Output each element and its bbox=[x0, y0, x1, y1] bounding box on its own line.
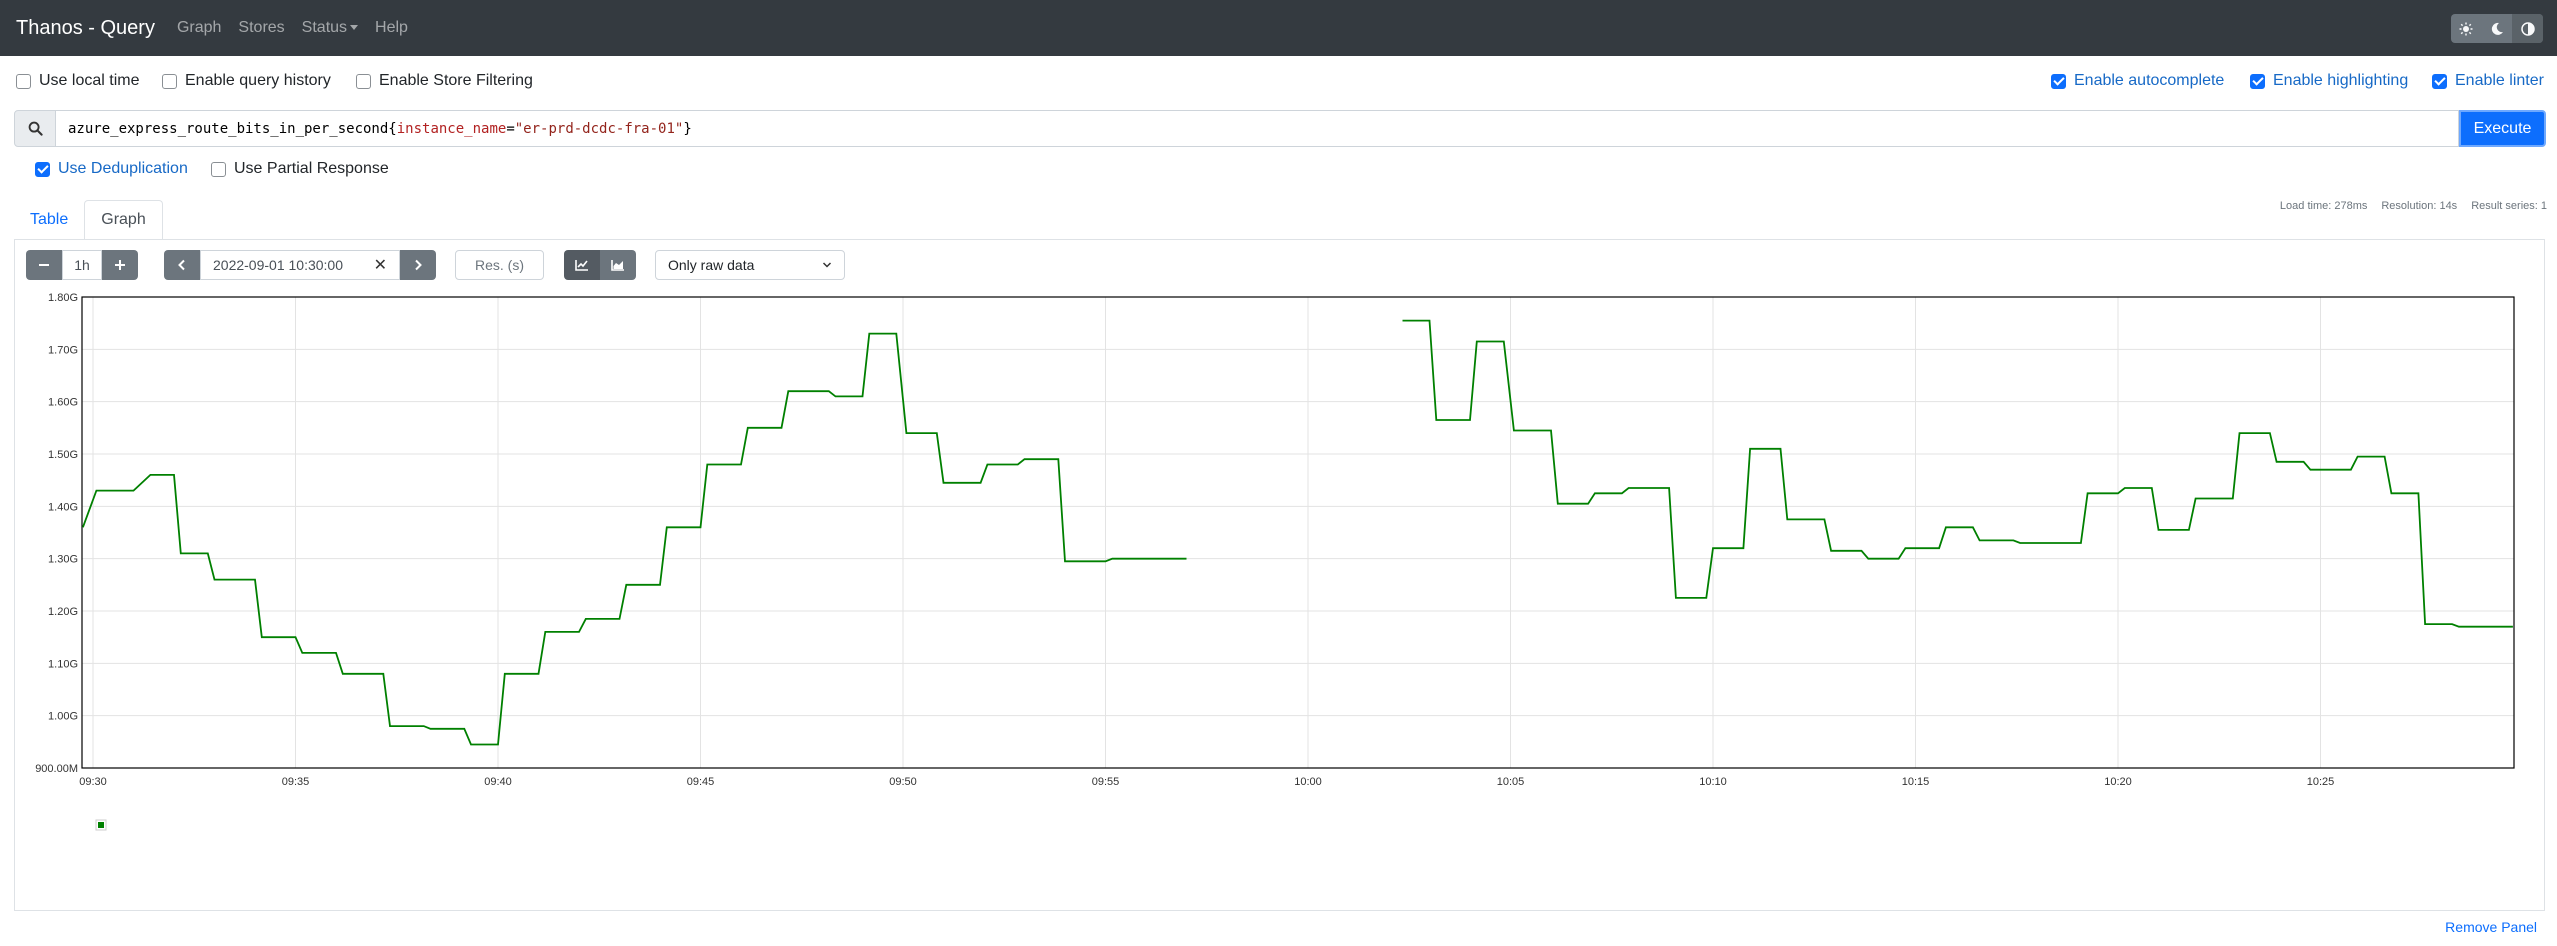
x-tick-label: 10:10 bbox=[1699, 776, 1727, 788]
series-line[interactable] bbox=[82, 332, 1187, 746]
x-tick-label: 10:05 bbox=[1497, 776, 1525, 788]
x-tick-label: 10:25 bbox=[2307, 776, 2335, 788]
x-tick-label: 09:40 bbox=[484, 776, 512, 788]
y-tick-label: 1.00G bbox=[48, 711, 78, 723]
y-tick-label: 1.50G bbox=[48, 449, 78, 461]
y-tick-label: 900.00M bbox=[35, 763, 78, 775]
x-tick-label: 09:30 bbox=[79, 776, 107, 788]
x-tick-label: 09:45 bbox=[687, 776, 715, 788]
y-tick-label: 1.70G bbox=[48, 344, 78, 356]
series-lines bbox=[82, 319, 2513, 746]
chart-grid bbox=[82, 296, 2514, 769]
y-tick-label: 1.20G bbox=[48, 606, 78, 618]
y-tick-label: 1.40G bbox=[48, 501, 78, 513]
y-tick-label: 1.60G bbox=[48, 397, 78, 409]
x-tick-label: 10:20 bbox=[2104, 776, 2132, 788]
x-tick-label: 09:35 bbox=[282, 776, 310, 788]
y-tick-label: 1.10G bbox=[48, 658, 78, 670]
x-tick-label: 09:50 bbox=[889, 776, 917, 788]
time-series-chart[interactable]: 900.00M 1.00G 1.10G 1.20G 1.30G 1.40G 1.50G 1.6… bbox=[0, 0, 2557, 946]
y-tick-label: 1.30G bbox=[48, 554, 78, 566]
x-tick-label: 10:00 bbox=[1294, 776, 1322, 788]
legend bbox=[95, 819, 107, 831]
x-axis-ticks: 09:30 09:35 09:40 09:45 09:50 09:55 10:00 10:05… bbox=[79, 776, 2334, 788]
remove-panel-link[interactable]: Remove Panel bbox=[2445, 919, 2537, 935]
x-tick-label: 09:55 bbox=[1092, 776, 1120, 788]
x-tick-label: 10:15 bbox=[1902, 776, 1930, 788]
plot-frame bbox=[81, 296, 2515, 769]
y-tick-label: 1.80G bbox=[48, 292, 78, 304]
legend-swatch[interactable] bbox=[98, 822, 104, 828]
y-axis-ticks: 900.00M 1.00G 1.10G 1.20G 1.30G 1.40G 1.50G 1.6… bbox=[35, 292, 78, 775]
series-line[interactable] bbox=[1402, 319, 2513, 628]
